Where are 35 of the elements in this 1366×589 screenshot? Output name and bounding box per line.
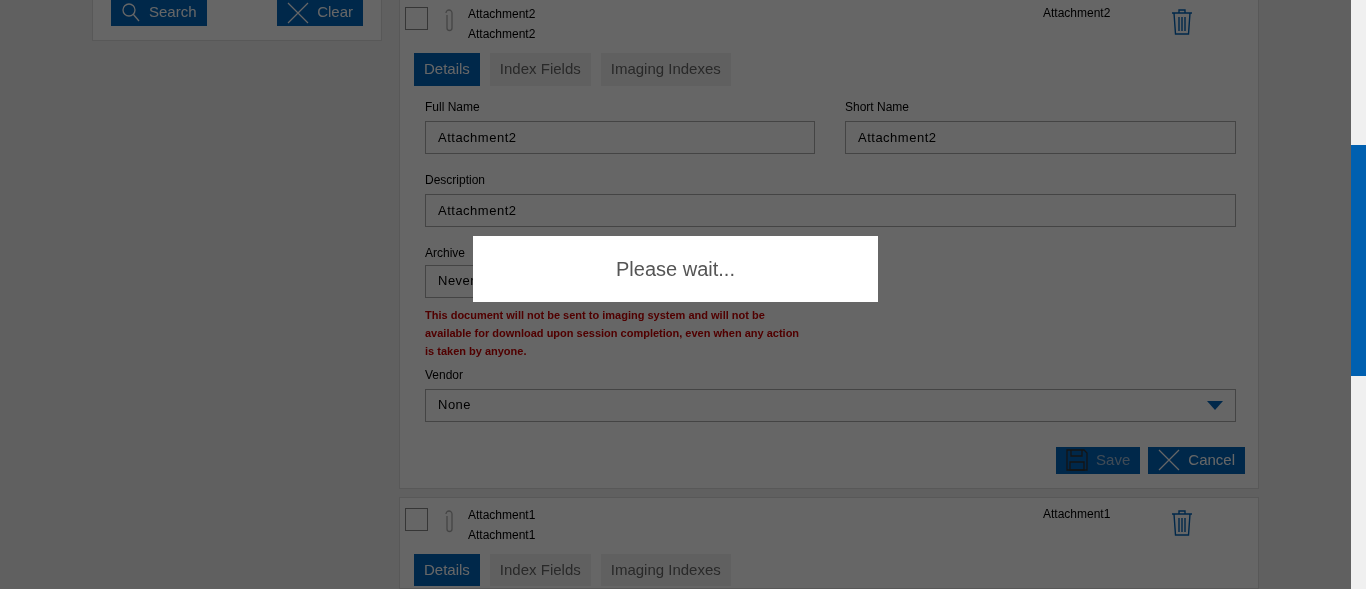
search-button[interactable]: Search [111, 0, 207, 26]
cancel-button[interactable]: Cancel [1148, 446, 1245, 474]
input-field[interactable]: Attachment2 [845, 120, 1236, 154]
checkbox[interactable] [405, 507, 428, 531]
trash-icon[interactable] [1171, 9, 1193, 35]
attachment-subtitle: Attachment2 [468, 26, 537, 43]
trash-icon[interactable] [1171, 509, 1193, 536]
field-label: Description [425, 171, 486, 189]
attachment-label: Attachment2 [1043, 6, 1111, 20]
field-label: Vendor [425, 366, 464, 384]
dropdown-value: None [438, 396, 472, 415]
scrollbar-thumb[interactable] [1351, 145, 1366, 376]
tab[interactable]: Details [414, 553, 480, 586]
close-icon [1158, 449, 1181, 471]
clear-button[interactable]: Clear [277, 0, 363, 26]
search-icon [121, 2, 141, 23]
field-label: Archive [425, 244, 465, 262]
attachment-subtitle: Attachment1 [468, 526, 537, 544]
field-label: Short Name [845, 98, 910, 116]
dropdown-field[interactable]: None [425, 388, 1236, 422]
attachment-name: Attachment1 [468, 506, 537, 524]
loading-message: Please wait... [616, 257, 735, 282]
warning-text: This document will not be sent to imaging system and will not be available for download upon session completion, even when any action is taken by anyone. [425, 307, 801, 359]
field-label: Full Name [425, 98, 480, 116]
close-icon [287, 1, 310, 24]
attachment-label: Attachment1 [1043, 506, 1111, 521]
checkbox[interactable] [405, 7, 428, 30]
input-field[interactable]: Attachment2 [425, 193, 1236, 227]
caret-icon [1207, 400, 1223, 410]
attachment-name: Attachment2 [468, 6, 537, 23]
dropdown-value: Never [438, 272, 476, 291]
paperclip-icon [444, 509, 454, 534]
tab[interactable]: Details [414, 53, 480, 86]
paperclip-icon [444, 9, 454, 33]
input-field[interactable]: Attachment2 [425, 120, 815, 154]
